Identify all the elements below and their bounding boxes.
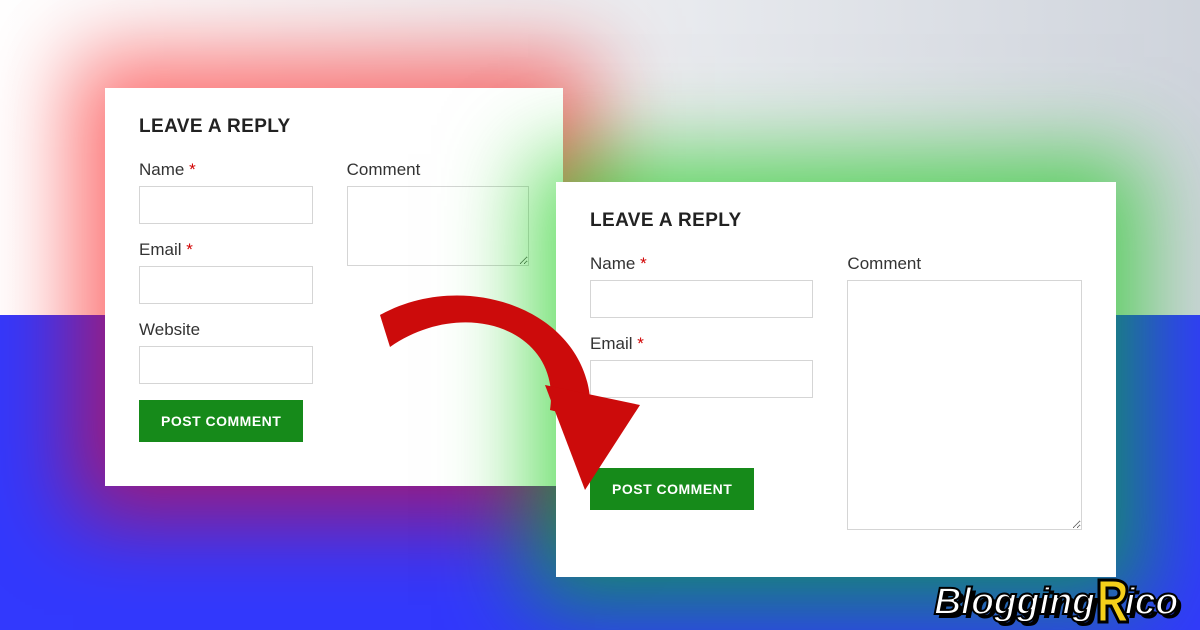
required-mark: * [189, 160, 196, 179]
form-columns: Name * Email * POST COMMENT Comment [590, 254, 1082, 551]
name-input[interactable] [139, 186, 313, 224]
brand-r-icon [1097, 580, 1123, 622]
website-input[interactable] [139, 346, 313, 384]
website-field-group: Website [139, 320, 313, 384]
comment-form-before: LEAVE A REPLY Name * Email * Website POS… [105, 88, 563, 486]
form-columns: Name * Email * Website POST COMMENT Comm… [139, 160, 529, 442]
comment-field-group: Comment [347, 160, 529, 271]
post-comment-button[interactable]: POST COMMENT [139, 400, 303, 442]
required-mark: * [640, 254, 647, 273]
email-input[interactable] [590, 360, 813, 398]
email-label: Email * [590, 334, 813, 354]
right-column: Comment [847, 254, 1082, 551]
form-heading: LEAVE A REPLY [139, 116, 529, 138]
comment-label: Comment [347, 160, 529, 180]
post-comment-button[interactable]: POST COMMENT [590, 468, 754, 510]
required-mark: * [637, 334, 644, 353]
email-input[interactable] [139, 266, 313, 304]
comment-field-group: Comment [847, 254, 1082, 535]
email-field-group: Email * [590, 334, 813, 398]
name-field-group: Name * [139, 160, 313, 224]
spacer [590, 414, 813, 468]
right-column: Comment [347, 160, 529, 442]
required-mark: * [186, 240, 193, 259]
email-label: Email * [139, 240, 313, 260]
name-field-group: Name * [590, 254, 813, 318]
name-label: Name * [139, 160, 313, 180]
comment-textarea[interactable] [347, 186, 529, 266]
website-label: Website [139, 320, 313, 340]
name-label: Name * [590, 254, 813, 274]
left-column: Name * Email * POST COMMENT [590, 254, 813, 551]
email-field-group: Email * [139, 240, 313, 304]
brand-text-part2: ico [1125, 581, 1178, 623]
left-column: Name * Email * Website POST COMMENT [139, 160, 313, 442]
name-input[interactable] [590, 280, 813, 318]
comment-form-after: LEAVE A REPLY Name * Email * POST COMMEN… [556, 182, 1116, 577]
brand-logo: Blogging ico [934, 580, 1178, 624]
comment-textarea[interactable] [847, 280, 1082, 530]
brand-text-part1: Blogging [934, 581, 1095, 623]
comment-label: Comment [847, 254, 1082, 274]
form-heading: LEAVE A REPLY [590, 210, 1082, 232]
